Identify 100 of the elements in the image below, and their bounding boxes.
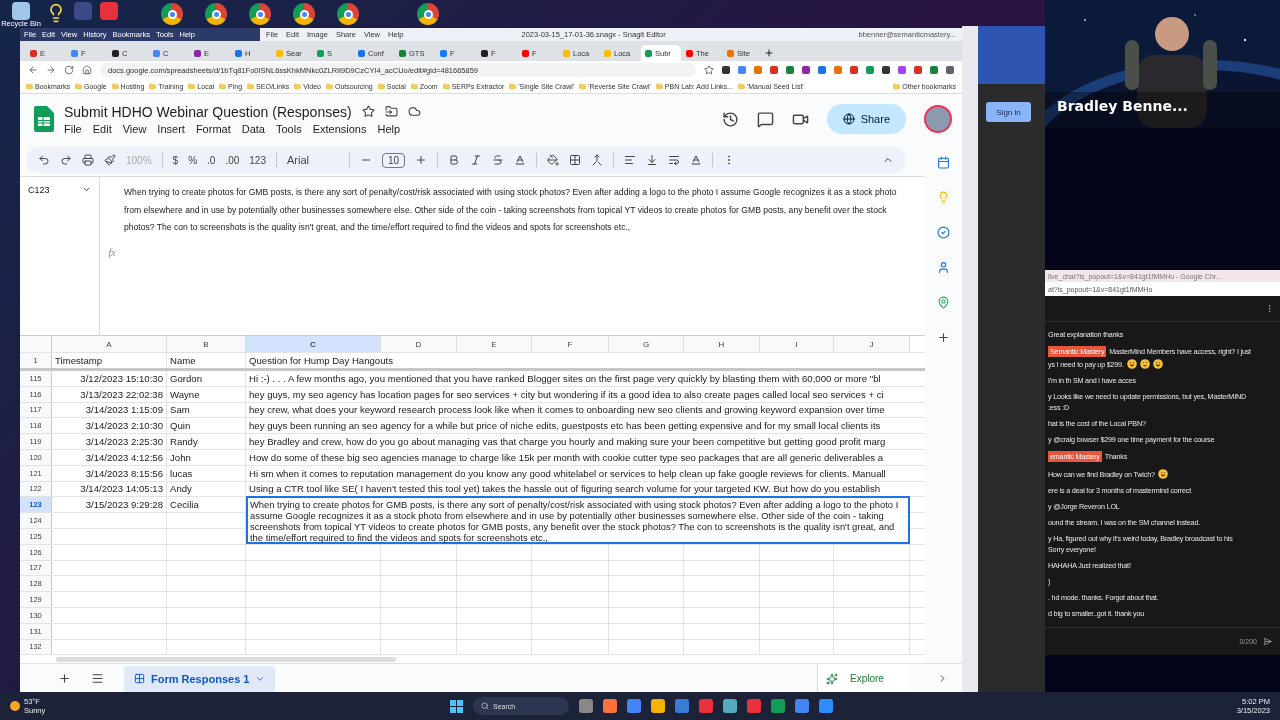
format-button[interactable]: $ (172, 154, 179, 166)
avatar[interactable] (924, 105, 952, 133)
header-cell: Timestamp (52, 353, 167, 368)
share-button[interactable]: Share (826, 104, 906, 134)
calendar-icon[interactable] (937, 156, 950, 169)
sheet-tab[interactable]: Form Responses 1 (124, 665, 276, 692)
column-header[interactable]: I (760, 336, 834, 352)
back-icon[interactable] (28, 65, 38, 75)
folder-icon (75, 82, 82, 90)
move-icon[interactable] (384, 105, 398, 118)
menu-item[interactable]: Help (377, 122, 401, 135)
tasks-icon[interactable] (937, 226, 950, 239)
print-icon[interactable] (82, 154, 94, 166)
format-button[interactable]: 123 (249, 154, 266, 166)
emoji-icon (1126, 359, 1137, 369)
windows-logo[interactable] (450, 699, 463, 713)
table-cell: Randy (167, 434, 246, 449)
strikethrough-icon[interactable] (492, 154, 505, 166)
column-header[interactable]: A (52, 336, 167, 352)
explore-button[interactable]: Explore (817, 663, 909, 694)
cloud-icon[interactable] (407, 105, 421, 118)
fill-color-icon[interactable] (547, 154, 560, 166)
home-icon[interactable] (82, 65, 92, 75)
italic-icon[interactable] (470, 154, 483, 166)
add-sheet-icon[interactable] (58, 672, 71, 685)
emoji-icon (1139, 359, 1150, 369)
chrome-icon[interactable] (337, 3, 359, 25)
menu-item[interactable]: Format (195, 122, 231, 135)
vertical-align-icon[interactable] (646, 154, 659, 166)
column-header[interactable]: F (532, 336, 609, 352)
cell-editor[interactable]: When trying to create photos for GMB posts, is there any sort of penalty/cost/risk associated with using stock photos? Even after adding a logo to the photo I assume Google recognizes it as a stock photo from elsewhere and in use by potentially other businesses somewhere else. Other side of the coin - taking screenshots from topical YT videos to create photos for GMB posts, any benefit over the stock photos? The con to screenshots is the quality isn't great, and the time/effort required to find the videos and spots for screenshots etc., (246, 496, 910, 545)
formula-text[interactable]: When trying to create photos for GMB posts, is there any sort of penalty/cost/risk associated with using stock photos? Even after adding a logo to the photo I assume Google recognizes it as a stock photo from elsewhere and in use by potentially other businesses somewhere else. Other side of the coin - taking screenshots from topical YT videos to create photos for GMB posts, any benefit over the stock photos? The con to screenshots is the quality isn't great, and the time/effort required to find the videos and spots for screenshots etc., (124, 177, 925, 335)
wrap-icon[interactable] (668, 154, 681, 166)
name-box[interactable]: C123 (28, 185, 50, 195)
borders-icon[interactable] (569, 154, 582, 166)
merge-icon[interactable] (591, 154, 604, 166)
reload-icon[interactable] (64, 65, 74, 75)
menu-item[interactable]: File (64, 122, 82, 135)
document-title[interactable]: Submit HDHO Webinar Question (Responses) (64, 103, 352, 120)
contacts-icon[interactable] (937, 261, 950, 274)
recycle-bin-icon[interactable] (12, 2, 30, 20)
sparkle-icon (826, 672, 838, 685)
app-icon[interactable] (100, 2, 118, 20)
undo-icon[interactable] (38, 154, 50, 166)
redo-icon[interactable] (60, 154, 72, 166)
star-icon[interactable] (361, 105, 375, 118)
menu-item[interactable]: View (122, 122, 147, 135)
table-cell: Sam (167, 402, 246, 418)
header-cell: Name (167, 353, 246, 368)
chrome-icon[interactable] (161, 3, 183, 25)
plus-icon[interactable] (937, 331, 950, 344)
table-cell-text: hey Bradley and crew, how do you go about managing vas that charge you hourly and making sure your been competitive but getting good profit marg (249, 435, 886, 449)
menu-item[interactable]: Extensions (312, 122, 367, 135)
format-button[interactable]: .0 (207, 154, 216, 166)
column-header[interactable]: C (246, 336, 381, 352)
menu-item[interactable]: Data (241, 122, 265, 135)
font-select[interactable]: Arial (287, 154, 339, 166)
column-header[interactable]: B (167, 336, 246, 352)
send-icon[interactable] (1263, 637, 1272, 646)
align-icon[interactable] (624, 154, 637, 166)
plus-icon[interactable] (415, 154, 428, 166)
taskbar-app-icon[interactable] (651, 699, 665, 713)
sheets-logo[interactable] (34, 106, 54, 132)
column-header[interactable]: H (684, 336, 760, 352)
column-header[interactable]: J (834, 336, 910, 352)
comment-icon[interactable] (756, 110, 774, 128)
more-icon[interactable] (1265, 304, 1274, 313)
paint-format-icon[interactable] (104, 154, 116, 166)
folder-icon (26, 82, 33, 90)
format-button[interactable]: .00 (225, 154, 240, 166)
chrome-icon[interactable] (249, 3, 271, 25)
dropdown-icon[interactable] (82, 185, 91, 194)
scrollbar-thumb[interactable] (56, 657, 396, 662)
bold-icon[interactable] (448, 154, 461, 166)
column-header[interactable]: D (381, 336, 457, 352)
sign-in-button[interactable]: Sign in (986, 102, 1031, 122)
format-button[interactable]: % (188, 154, 198, 166)
table-cell: 3/14/2023 2:25:30 (52, 434, 167, 449)
column-header[interactable]: E (457, 336, 532, 352)
forward-icon[interactable] (46, 65, 56, 75)
menu-item[interactable]: Edit (92, 122, 112, 135)
table-cell: How do some of these big seo agencies manage to charge like 15k per month with cookie cutter type seo packages that are all generic deliverables a (249, 450, 884, 465)
history-icon[interactable] (721, 110, 739, 128)
folder-icon (377, 82, 385, 90)
chrome-icon[interactable] (417, 3, 439, 25)
fx-label: fx (108, 247, 116, 260)
menu-icon[interactable] (91, 672, 104, 685)
text-color-icon[interactable] (514, 154, 527, 166)
rotate-text-icon[interactable] (690, 154, 703, 166)
menu-item[interactable]: Insert (157, 122, 185, 135)
column-header[interactable]: G (609, 336, 684, 352)
new-tab-icon[interactable] (764, 48, 774, 58)
menu-item[interactable]: Tools (275, 122, 302, 135)
font-size-field[interactable]: 10 (382, 152, 406, 168)
chrome-icon[interactable] (205, 3, 227, 25)
map-pin-icon[interactable] (937, 296, 950, 309)
sun-icon[interactable] (10, 701, 20, 711)
star-icon[interactable] (704, 65, 714, 75)
folder-icon (737, 82, 745, 90)
chrome-icon[interactable] (293, 3, 315, 25)
